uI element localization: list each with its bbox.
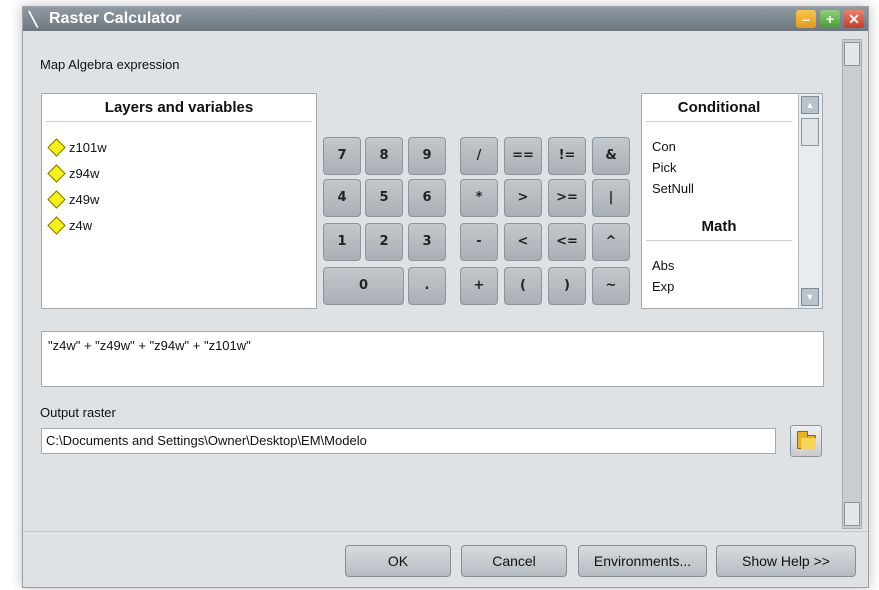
output-raster-label: Output raster [40, 405, 116, 420]
function-item[interactable]: Abs [642, 255, 796, 276]
key-2[interactable]: 2 [365, 223, 403, 261]
title-bar[interactable]: ╲ Raster Calculator – + ✕ [23, 7, 868, 31]
expression-textbox[interactable]: "z4w" + "z49w" + "z94w" + "z101w" [41, 331, 824, 387]
scrollbar-thumb-bottom[interactable] [844, 502, 860, 526]
key-7[interactable]: 7 [323, 137, 361, 175]
function-item[interactable]: Con [642, 136, 796, 157]
environments-button[interactable]: Environments... [578, 545, 707, 577]
layer-name: z94w [69, 165, 100, 181]
section-header-conditional: Conditional [646, 94, 792, 122]
scrollbar-thumb-top[interactable] [844, 42, 860, 66]
section-header-math: Math [646, 213, 792, 241]
layers-header: Layers and variables [46, 94, 312, 122]
key-divide[interactable]: / [460, 137, 498, 175]
dialog-scrollbar[interactable] [842, 39, 862, 529]
close-button[interactable]: ✕ [844, 10, 864, 28]
key-xor[interactable]: ^ [592, 223, 630, 261]
function-item[interactable]: Pick [642, 157, 796, 178]
footer-divider [23, 531, 868, 532]
key-not-equal[interactable]: != [548, 137, 586, 175]
layer-item[interactable]: z49w [42, 186, 316, 212]
key-4[interactable]: 4 [323, 179, 361, 217]
maximize-button[interactable]: + [820, 10, 840, 28]
layers-list: z101w z94w z49w z4w [42, 122, 316, 238]
layers-panel: Layers and variables z101w z94w z49w z4w [41, 93, 317, 309]
minimize-button[interactable]: – [796, 10, 816, 28]
ok-button[interactable]: OK [345, 545, 451, 577]
output-raster-field[interactable]: C:\Documents and Settings\Owner\Desktop\… [41, 428, 776, 454]
key-9[interactable]: 9 [408, 137, 446, 175]
key-5[interactable]: 5 [365, 179, 403, 217]
raster-calculator-window: ╲ Raster Calculator – + ✕ Map Algebra ex… [22, 6, 869, 588]
cancel-button[interactable]: Cancel [461, 545, 567, 577]
key-3[interactable]: 3 [408, 223, 446, 261]
function-item[interactable]: Exp [642, 276, 796, 297]
raster-layer-icon [47, 137, 66, 157]
layer-name: z4w [69, 217, 93, 233]
scroll-up-arrow-icon[interactable]: ▲ [801, 96, 819, 114]
functions-list: Conditional Con Pick SetNull Math Abs Ex… [642, 94, 796, 308]
expression-label: Map Algebra expression [40, 57, 180, 72]
key-1[interactable]: 1 [323, 223, 361, 261]
key-close-paren[interactable]: ) [548, 267, 586, 305]
open-folder-icon [797, 431, 816, 449]
scroll-down-arrow-icon[interactable]: ▼ [801, 288, 819, 306]
window-title: Raster Calculator [49, 10, 182, 27]
show-help-button[interactable]: Show Help >> [716, 545, 856, 577]
key-and[interactable]: & [592, 137, 630, 175]
functions-scrollbar[interactable]: ▲ ▼ [798, 94, 822, 308]
layer-item[interactable]: z4w [42, 212, 316, 238]
key-plus[interactable]: + [460, 267, 498, 305]
key-less-equal[interactable]: <= [548, 223, 586, 261]
functions-scroll-thumb[interactable] [801, 118, 819, 146]
key-0[interactable]: 0 [323, 267, 404, 305]
key-or[interactable]: | [592, 179, 630, 217]
layer-item[interactable]: z101w [42, 134, 316, 160]
layer-name: z101w [69, 139, 107, 155]
key-less-than[interactable]: < [504, 223, 542, 261]
key-6[interactable]: 6 [408, 179, 446, 217]
raster-layer-icon [47, 163, 66, 183]
key-not[interactable]: ~ [592, 267, 630, 305]
browse-button[interactable] [790, 425, 822, 457]
key-open-paren[interactable]: ( [504, 267, 542, 305]
key-greater-equal[interactable]: >= [548, 179, 586, 217]
key-8[interactable]: 8 [365, 137, 403, 175]
raster-layer-icon [47, 189, 66, 209]
key-multiply[interactable]: * [460, 179, 498, 217]
raster-calculator-icon: ╲ [29, 11, 38, 27]
key-equal[interactable]: == [504, 137, 542, 175]
layer-name: z49w [69, 191, 100, 207]
key-minus[interactable]: - [460, 223, 498, 261]
key-greater-than[interactable]: > [504, 179, 542, 217]
key-decimal[interactable]: . [408, 267, 446, 305]
function-item[interactable]: SetNull [642, 178, 796, 199]
layer-item[interactable]: z94w [42, 160, 316, 186]
functions-panel: Conditional Con Pick SetNull Math Abs Ex… [641, 93, 823, 309]
raster-layer-icon [47, 215, 66, 235]
